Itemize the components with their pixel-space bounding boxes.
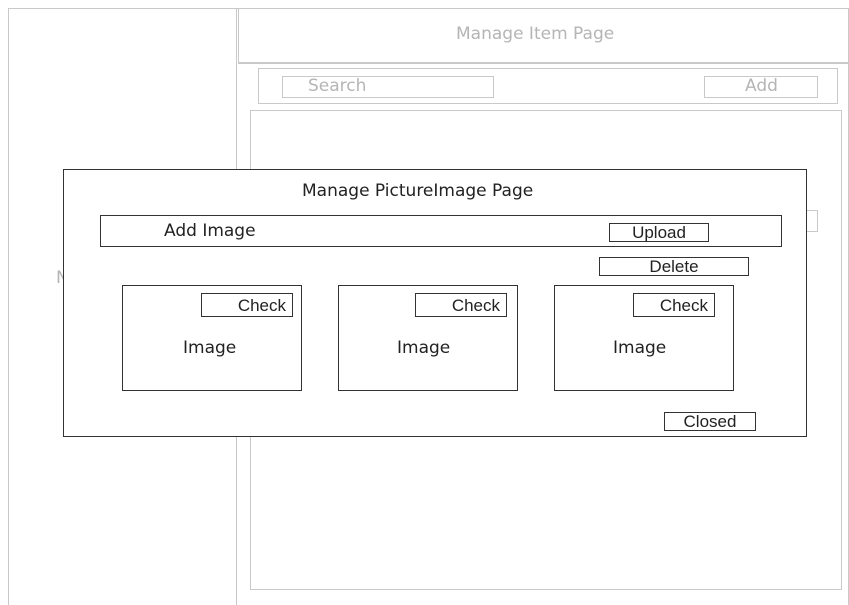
check-button[interactable]: Check bbox=[415, 293, 507, 317]
manage-image-modal: Manage PictureImage Page Add Image Uploa… bbox=[63, 169, 807, 437]
check-button[interactable]: Check bbox=[633, 293, 715, 317]
image-card[interactable]: Check Image bbox=[122, 285, 302, 391]
image-placeholder: Image bbox=[397, 338, 451, 358]
add-image-label: Add Image bbox=[164, 221, 256, 241]
add-button-label: Add bbox=[745, 76, 778, 96]
page-title: Manage Item Page bbox=[456, 24, 615, 44]
delete-button[interactable]: Delete bbox=[599, 257, 749, 276]
image-card[interactable]: Check Image bbox=[554, 285, 734, 391]
image-placeholder: Image bbox=[613, 338, 667, 358]
modal-title: Manage PictureImage Page bbox=[302, 181, 534, 201]
upload-button[interactable]: Upload bbox=[609, 223, 709, 242]
closed-button[interactable]: Closed bbox=[664, 412, 756, 431]
search-placeholder: Search bbox=[308, 76, 367, 96]
check-button[interactable]: Check bbox=[201, 293, 293, 317]
image-card[interactable]: Check Image bbox=[338, 285, 518, 391]
image-placeholder: Image bbox=[183, 338, 237, 358]
